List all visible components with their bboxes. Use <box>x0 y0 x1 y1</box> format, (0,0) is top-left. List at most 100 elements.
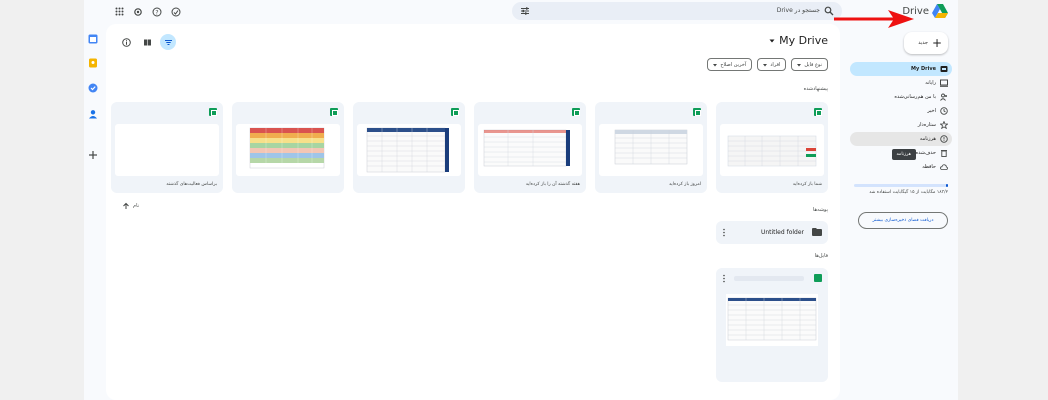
suggested-file-card[interactable] <box>353 102 465 193</box>
offline-icon[interactable] <box>170 6 181 17</box>
sidebar-item-label: رایانه <box>925 80 936 86</box>
sheets-icon <box>693 108 701 116</box>
arrow-up-icon <box>123 202 129 209</box>
search-input[interactable]: جستجو در Drive <box>777 7 820 14</box>
sidebar-item-my-drive[interactable]: My Drive <box>850 62 952 76</box>
new-button[interactable]: جدید + <box>904 32 948 54</box>
file-thumbnail <box>115 124 219 176</box>
more-options-icon[interactable] <box>722 228 726 237</box>
suggested-file-card[interactable] <box>232 102 344 193</box>
filter-button[interactable] <box>160 34 176 50</box>
info-icon <box>121 37 131 47</box>
sidebar-item-spam[interactable]: هرزنامه <box>850 132 952 146</box>
sheets-icon <box>572 108 580 116</box>
contacts-icon[interactable] <box>88 109 98 119</box>
filter-chip-people[interactable]: افراد <box>757 58 787 71</box>
file-thumbnail <box>720 124 824 176</box>
suggested-file-card[interactable]: هفته گذشته آن را باز کرده‌اید <box>474 102 586 193</box>
filter-chip-label: افراد <box>770 61 781 68</box>
file-thumbnail <box>478 124 582 176</box>
sidebar-item-shared[interactable]: با من هم‌رسانی‌شده <box>850 90 952 104</box>
tasks-icon[interactable] <box>88 83 98 93</box>
suggested-file-card[interactable]: شما باز کرده‌اید <box>716 102 828 193</box>
suggested-file-card[interactable]: براساس فعالیت‌های گذشته <box>111 102 223 193</box>
sidebar-item-recent[interactable]: اخیر <box>850 104 952 118</box>
star-icon <box>940 121 948 129</box>
sort-control[interactable]: نام <box>122 202 139 210</box>
spam-tooltip: هرزنامه <box>891 149 916 160</box>
sheets-icon <box>451 108 459 116</box>
filter-chips: نوع فایل افراد آخرین اصلاح <box>707 58 828 71</box>
sidebar-item-label: My Drive <box>911 66 936 72</box>
filter-icon <box>164 39 172 45</box>
sidebar-item-storage[interactable]: حافظه <box>850 160 952 174</box>
calendar-icon[interactable] <box>88 34 98 44</box>
storage-usage-text: ۱۸۳/۲ مگابایت از ۱۵ گیگابایت استفاده شد <box>869 190 948 195</box>
suggested-label: پیشنهادشده <box>803 86 828 92</box>
file-caption: شما باز کرده‌اید <box>792 182 822 187</box>
chevron-down-icon <box>797 63 802 66</box>
sidebar-item-label: حافظه <box>922 164 936 170</box>
suggested-file-card[interactable]: امروز باز کرده‌اید <box>595 102 707 193</box>
drive-logo-icon <box>932 4 948 18</box>
apps-grid-icon[interactable] <box>114 6 125 17</box>
page-title-text: My Drive <box>779 34 828 47</box>
folder-icon <box>812 228 822 236</box>
suggested-files: شما باز کرده‌اید امروز باز کرده‌اید <box>111 102 828 193</box>
storage-bar <box>854 184 948 187</box>
keep-icon[interactable] <box>88 58 98 68</box>
sheets-icon <box>814 274 822 282</box>
cloud-icon <box>940 164 948 170</box>
grid-view-button[interactable] <box>139 34 155 50</box>
side-panel-rail <box>84 24 104 400</box>
folder-item[interactable]: Untitled folder <box>716 221 828 244</box>
spam-icon <box>940 135 948 143</box>
trash-icon <box>941 150 947 157</box>
filter-chip-type[interactable]: نوع فایل <box>791 58 828 71</box>
sidebar-item-computers[interactable]: رایانه <box>850 76 952 90</box>
add-app-icon[interactable] <box>88 150 98 160</box>
my-drive-icon <box>940 66 948 72</box>
chevron-down-icon <box>763 63 768 66</box>
filter-chip-label: نوع فایل <box>804 61 822 68</box>
sidebar-item-label: هرزنامه <box>919 136 936 142</box>
top-bar: ? جستجو در Drive Drive <box>84 0 958 24</box>
folder-name: Untitled folder <box>760 229 804 236</box>
plus-icon: + <box>931 36 942 50</box>
details-button[interactable] <box>118 34 134 50</box>
help-icon[interactable]: ? <box>151 6 162 17</box>
grid-view-icon <box>143 39 151 45</box>
file-caption: امروز باز کرده‌اید <box>669 182 701 187</box>
files-label: فایل‌ها <box>814 253 828 259</box>
sidebar-item-label: اخیر <box>927 108 936 114</box>
folders-label: پوشه‌ها <box>812 207 828 213</box>
sidebar-item-starred[interactable]: ستاره‌دار <box>850 118 952 132</box>
tune-icon[interactable] <box>520 6 530 16</box>
chevron-down-icon <box>713 63 718 66</box>
more-options-icon[interactable] <box>722 274 726 283</box>
file-name-placeholder <box>734 276 804 281</box>
get-more-storage-button[interactable]: دریافت فضای ذخیره‌سازی بیشتر <box>858 212 948 229</box>
storage-fill <box>946 184 948 187</box>
page-title[interactable]: My Drive <box>769 34 828 47</box>
file-caption: براساس فعالیت‌های گذشته <box>166 182 217 187</box>
svg-text:?: ? <box>155 9 158 16</box>
file-caption: هفته گذشته آن را باز کرده‌اید <box>525 182 580 187</box>
clock-icon <box>940 107 948 115</box>
view-controls <box>118 34 176 50</box>
sort-label: نام <box>133 203 140 209</box>
file-thumbnail <box>726 294 818 346</box>
computer-icon <box>940 79 948 87</box>
new-button-label: جدید <box>918 40 928 46</box>
sheets-icon <box>209 108 217 116</box>
file-card[interactable] <box>716 268 828 382</box>
sheets-icon <box>330 108 338 116</box>
file-thumbnail <box>357 124 461 176</box>
settings-icon[interactable] <box>132 6 143 17</box>
filter-chip-modified[interactable]: آخرین اصلاح <box>707 58 753 71</box>
chevron-down-icon <box>769 39 775 42</box>
sheets-icon <box>814 108 822 116</box>
sidebar: جدید + My Drive رایانه با من هم‌رسانی‌شد… <box>840 24 958 400</box>
sidebar-item-label: با من هم‌رسانی‌شده <box>894 94 936 100</box>
search-bar[interactable]: جستجو در Drive <box>512 2 842 20</box>
